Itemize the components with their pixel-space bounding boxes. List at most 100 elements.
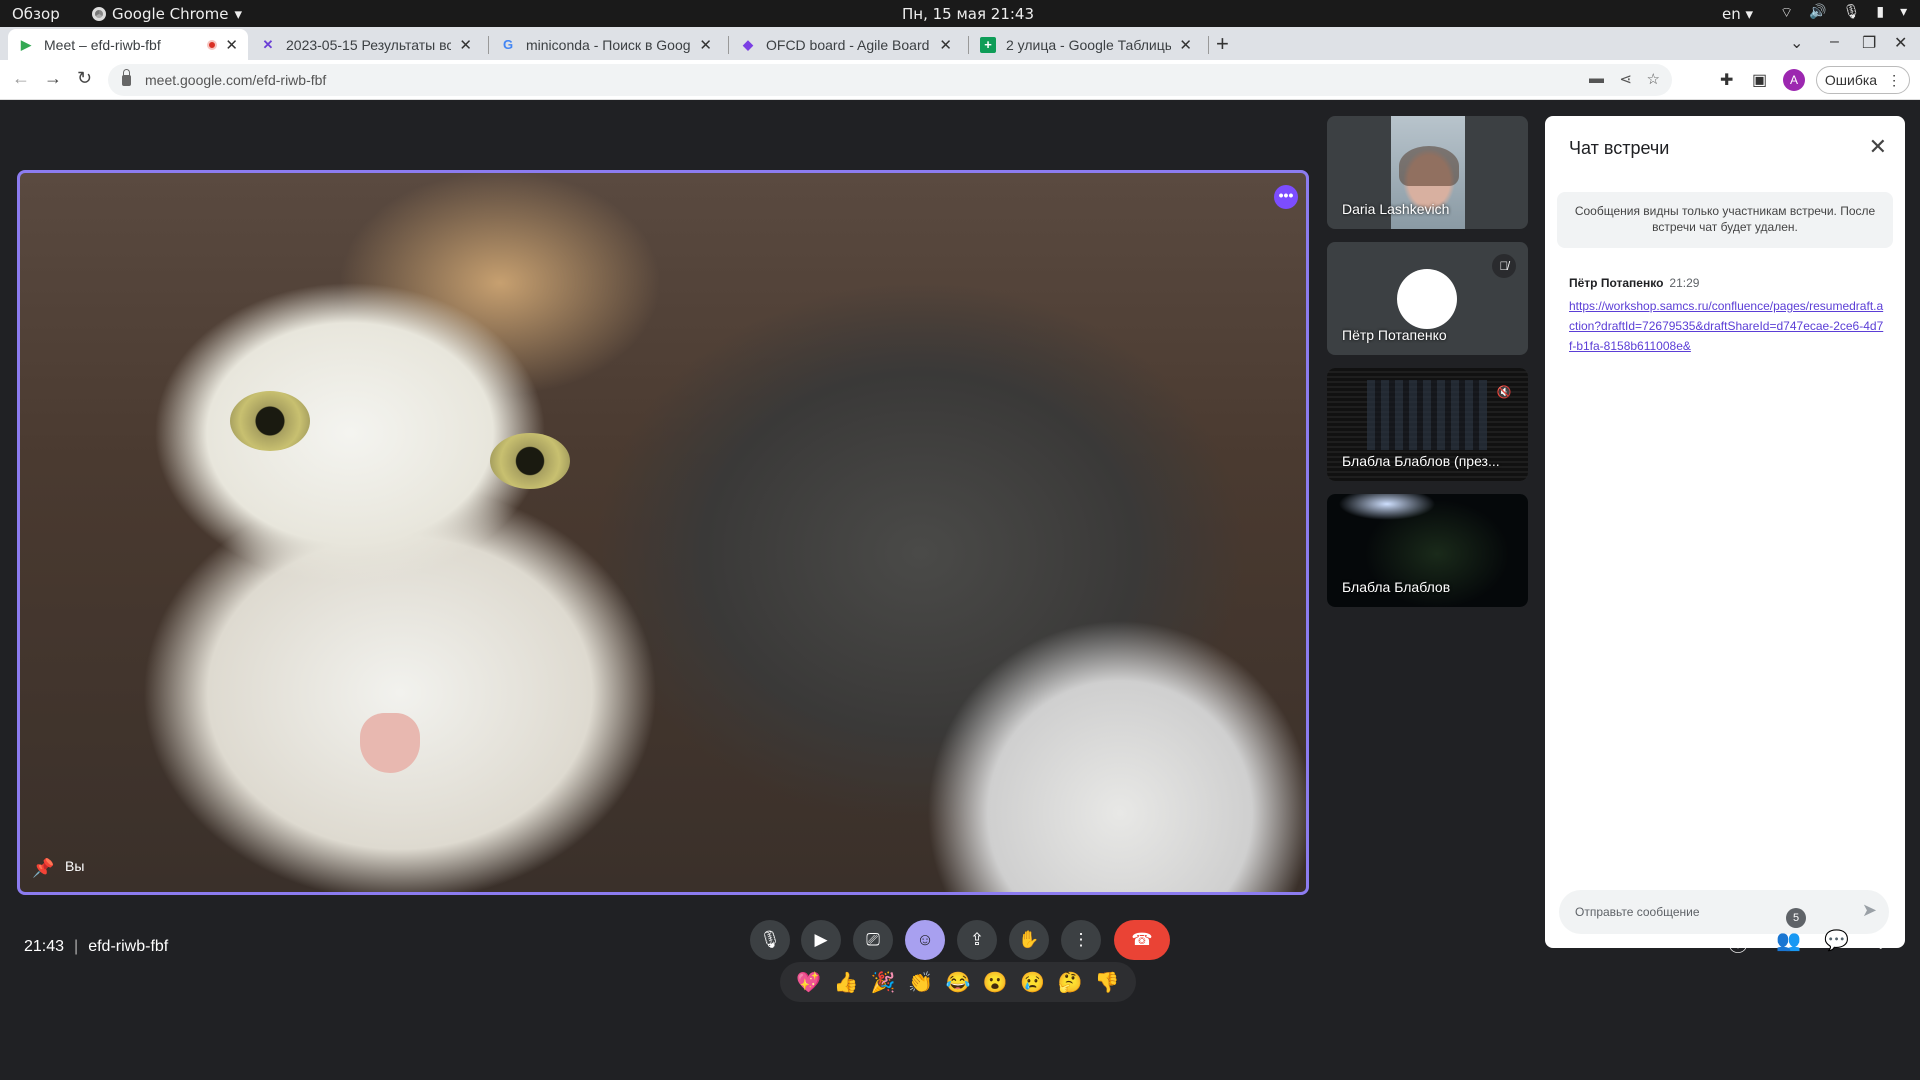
- chat-notice: Сообщения видны только участникам встреч…: [1557, 192, 1893, 248]
- recording-icon: [207, 39, 218, 50]
- close-tab-icon[interactable]: ✕: [1179, 36, 1192, 54]
- forward-icon[interactable]: →: [44, 68, 62, 89]
- tab-search-icon[interactable]: ⌄: [1790, 33, 1803, 53]
- tab-google-search[interactable]: G miniconda - Поиск в Goog ✕: [490, 29, 722, 60]
- video-frame-detail: [490, 433, 570, 489]
- chat-title: Чат встречи: [1569, 138, 1670, 158]
- keyboard-layout[interactable]: en ▾: [1722, 5, 1753, 23]
- tab-confluence[interactable]: ✕ 2023-05-15 Результаты вс ✕: [250, 29, 482, 60]
- presentation-tile[interactable]: 🔇 Блабла Блаблов (през...: [1327, 368, 1528, 481]
- send-icon[interactable]: ➤: [1862, 900, 1877, 921]
- message-time: 21:29: [1669, 276, 1700, 290]
- reaction-heart-button[interactable]: 💖: [796, 970, 821, 995]
- reaction-thumbs-down-button[interactable]: 👎: [1095, 970, 1120, 995]
- emoji-icon: ☺: [916, 930, 934, 949]
- leave-call-button[interactable]: ☎: [1114, 920, 1170, 960]
- new-tab-button[interactable]: +: [1216, 31, 1229, 57]
- meeting-code: efd-riwb-fbf: [88, 938, 169, 955]
- captions-button[interactable]: ⎚: [853, 920, 893, 960]
- chevron-down-icon: ▾: [234, 5, 243, 23]
- minimize-icon[interactable]: –: [1830, 33, 1839, 51]
- url-text: meet.google.com/efd-riwb-fbf: [145, 72, 327, 88]
- divider: |: [74, 938, 79, 955]
- microphone-button[interactable]: 🎙: [750, 920, 790, 960]
- lock-icon[interactable]: [122, 68, 131, 86]
- maximize-icon[interactable]: ❐: [1862, 33, 1876, 53]
- hand-icon: ✋: [1018, 930, 1040, 949]
- tab-title: miniconda - Поиск в Goog: [526, 36, 691, 53]
- meeting-time: 21:43: [24, 938, 65, 955]
- tab-divider: [968, 36, 969, 54]
- video-frame-detail: [230, 391, 310, 451]
- tab-divider: [1208, 36, 1209, 54]
- camera-icon[interactable]: ▬: [1589, 70, 1604, 87]
- close-window-icon[interactable]: ✕: [1894, 33, 1907, 53]
- participant-tile[interactable]: 🎙̸ Пётр Потапенко: [1327, 242, 1528, 355]
- reaction-thinking-button[interactable]: 🤔: [1058, 970, 1083, 995]
- reactions-button[interactable]: ☺: [905, 920, 945, 960]
- side-panel-icon[interactable]: ▣: [1752, 70, 1767, 90]
- app-menu[interactable]: Google Chrome ▾: [92, 5, 242, 23]
- tab-meet[interactable]: ▶ Meet – efd-riwb-fbf ✕: [8, 29, 248, 60]
- microphone-icon: 🎙: [759, 930, 781, 949]
- chat-panel: Чат встречи ✕ Сообщения видны только уча…: [1545, 116, 1905, 948]
- reaction-sad-button[interactable]: 😢: [1020, 970, 1045, 995]
- back-icon[interactable]: ←: [12, 68, 30, 89]
- chat-icon[interactable]: 💬: [1824, 928, 1849, 953]
- participant-name: Пётр Потапенко: [1342, 327, 1447, 343]
- profile-avatar[interactable]: A: [1783, 69, 1805, 91]
- avatar: [1397, 269, 1457, 329]
- system-tray[interactable]: ⌔ 🔊 🎙 ▮ ▾: [1780, 4, 1907, 22]
- participant-tile[interactable]: Daria Lashkevich: [1327, 116, 1528, 229]
- tab-sheets[interactable]: + 2 улица - Google Таблицы ✕: [970, 29, 1202, 60]
- volume-icon: 🔊: [1809, 4, 1827, 20]
- confluence-icon: ✕: [262, 36, 274, 52]
- close-icon[interactable]: ✕: [1869, 134, 1887, 160]
- system-clock[interactable]: Пн, 15 мая 21:43: [902, 5, 1034, 23]
- close-tab-icon[interactable]: ✕: [699, 36, 712, 54]
- participant-count-badge: 5: [1786, 908, 1806, 928]
- overview-button[interactable]: Обзор: [12, 5, 60, 23]
- wifi-icon: ⌔: [1780, 5, 1794, 21]
- participant-name: Блабла Блаблов: [1342, 579, 1451, 595]
- raise-hand-button[interactable]: ✋: [1009, 920, 1049, 960]
- address-toolbar: ← → ↻ meet.google.com/efd-riwb-fbf ▬ ⋖ ☆…: [0, 60, 1920, 100]
- reload-icon[interactable]: ↻: [77, 68, 92, 89]
- participant-tile[interactable]: Блабла Блаблов: [1327, 494, 1528, 607]
- share-icon[interactable]: ⋖: [1619, 70, 1632, 88]
- close-tab-icon[interactable]: ✕: [939, 36, 952, 54]
- captions-icon: ⎚: [866, 930, 880, 949]
- more-options-icon[interactable]: •••: [1274, 185, 1298, 209]
- app-name: Google Chrome: [112, 5, 229, 23]
- close-tab-icon[interactable]: ✕: [225, 36, 238, 54]
- reaction-surprised-button[interactable]: 😮: [983, 970, 1008, 995]
- bookmark-star-icon[interactable]: ☆: [1647, 70, 1660, 88]
- tab-title: Meet – efd-riwb-fbf: [44, 36, 161, 53]
- mic-off-icon: 🎙̸: [1492, 254, 1516, 278]
- tab-title: 2023-05-15 Результаты вс: [286, 36, 452, 53]
- agile-icon: ◆: [743, 36, 753, 52]
- chrome-icon: [92, 7, 106, 21]
- reaction-laugh-button[interactable]: 😂: [946, 970, 971, 995]
- reaction-thumbs-up-button[interactable]: 👍: [834, 970, 859, 995]
- camera-icon: ▶: [814, 930, 828, 949]
- present-button[interactable]: ⇪: [957, 920, 997, 960]
- tab-divider: [488, 36, 489, 54]
- pin-icon[interactable]: 📌: [32, 858, 54, 879]
- reaction-clap-button[interactable]: 👏: [908, 970, 933, 995]
- tab-agile-board[interactable]: ◆ OFCD board - Agile Board ✕: [730, 29, 962, 60]
- meeting-details-icon[interactable]: ⓘ: [1728, 928, 1748, 957]
- camera-button[interactable]: ▶: [801, 920, 841, 960]
- more-options-button[interactable]: ⋮: [1061, 920, 1101, 960]
- sheets-icon: +: [980, 36, 996, 53]
- extensions-icon[interactable]: ✚: [1720, 70, 1733, 90]
- reaction-party-button[interactable]: 🎉: [871, 970, 896, 995]
- error-button[interactable]: Ошибка ⋮: [1816, 66, 1910, 94]
- people-icon[interactable]: 👥: [1776, 928, 1801, 953]
- main-video-tile[interactable]: ••• 📌 Вы: [17, 170, 1309, 895]
- close-tab-icon[interactable]: ✕: [459, 36, 472, 54]
- lang-label: en: [1722, 5, 1741, 23]
- activities-icon[interactable]: ⬡: [1872, 928, 1889, 953]
- omnibox[interactable]: meet.google.com/efd-riwb-fbf ▬ ⋖ ☆: [108, 64, 1672, 96]
- message-link[interactable]: https://workshop.samcs.ru/confluence/pag…: [1569, 296, 1885, 356]
